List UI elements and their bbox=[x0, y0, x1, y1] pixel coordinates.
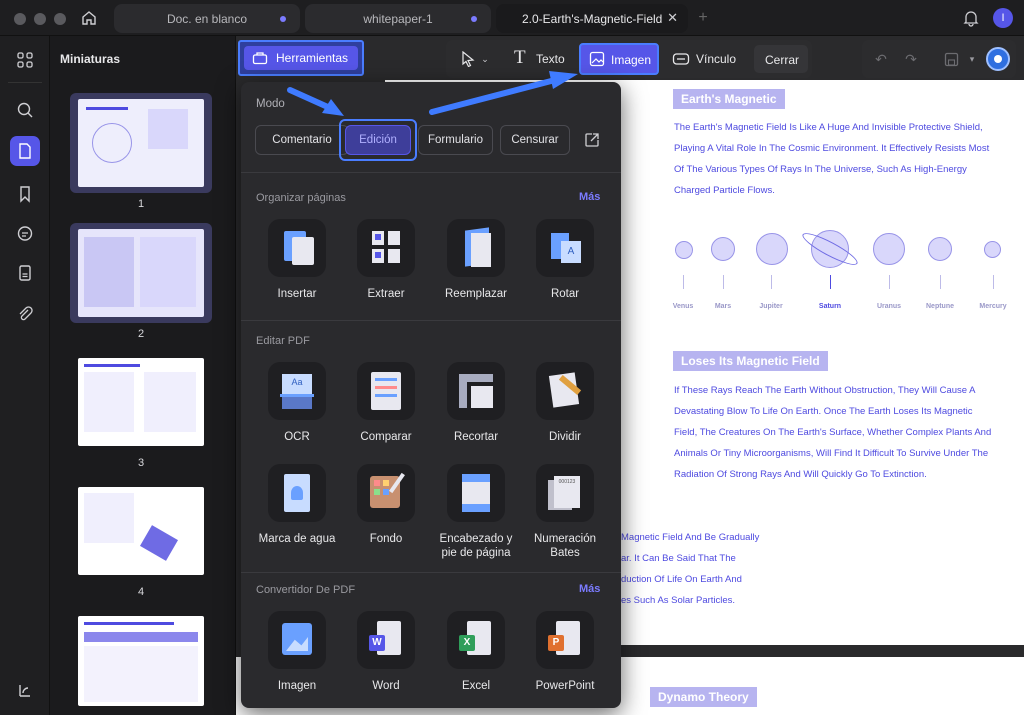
annotation-arrows bbox=[287, 71, 578, 116]
